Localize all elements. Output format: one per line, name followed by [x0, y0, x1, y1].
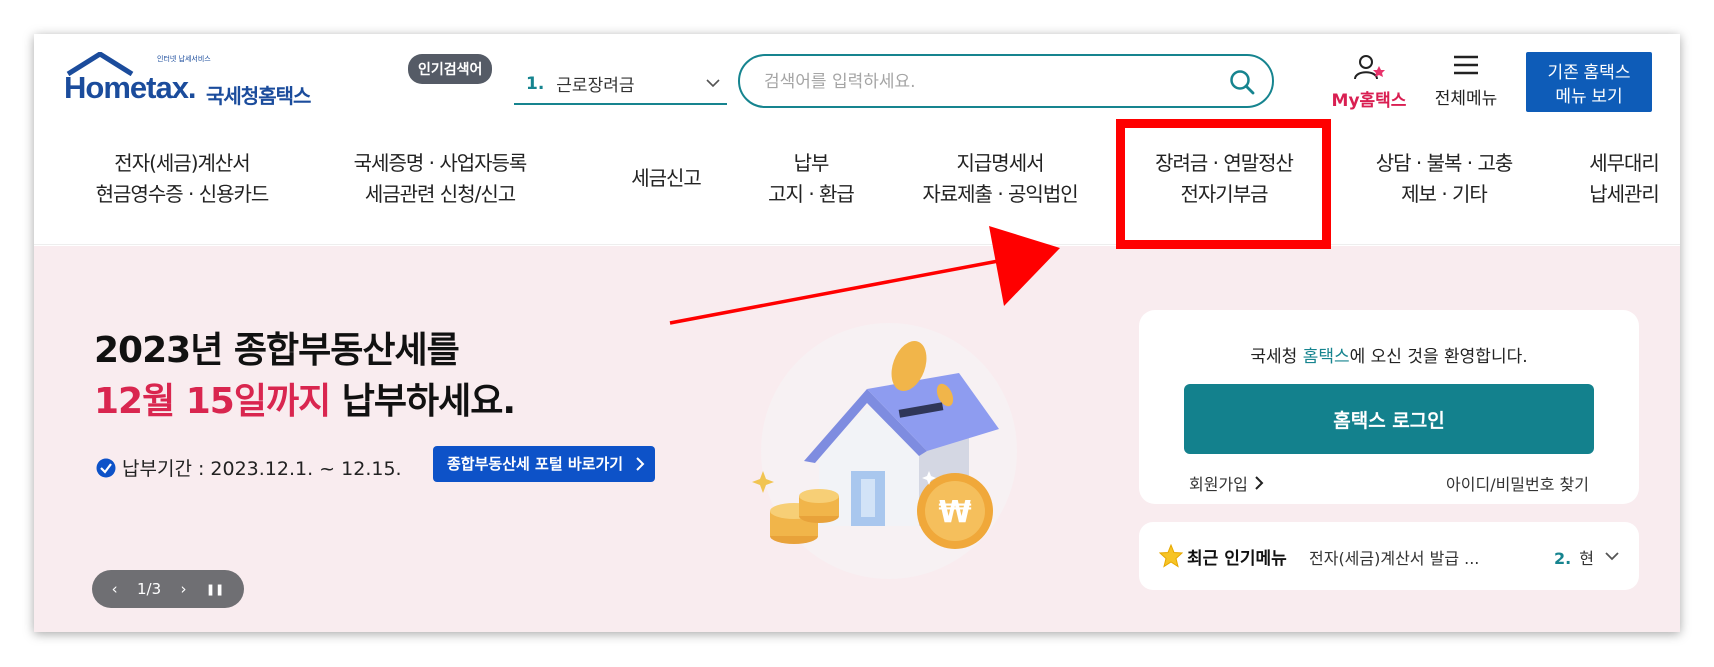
welcome-message: 국세청 홈택스에 오신 것을 환영합니다. — [1139, 342, 1639, 367]
banner-highlight: 12월 15일까지 — [94, 381, 331, 422]
chevron-down-icon[interactable] — [1604, 548, 1620, 564]
logo-tagline: 인터넷 납세서비스 — [157, 55, 211, 63]
nav-certificates[interactable]: 국세증명 · 사업자등록 세금관련 신청/신고 — [340, 148, 540, 210]
pager-next-button[interactable]: › — [181, 580, 187, 598]
banner-pager: ‹ 1/3 › ❚❚ — [92, 570, 244, 608]
hamburger-menu-icon — [1454, 55, 1478, 75]
nav-line: 상담 · 불복 · 고충 — [1375, 151, 1514, 175]
check-circle-icon — [96, 458, 116, 477]
property-tax-portal-button[interactable]: 종합부동산세 포털 바로가기 — [433, 446, 656, 482]
pager-pause-button[interactable]: ❚❚ — [206, 583, 224, 596]
nav-line: 전자(세금)계산서 — [114, 151, 250, 175]
banner-title: 2023년 종합부동산세를 — [94, 330, 460, 371]
popular-search-tag: 인기검색어 — [408, 54, 493, 84]
recent-menu-item-text: 현 — [1579, 549, 1594, 568]
nav-tax-agent[interactable]: 세무대리 납세관리 — [1574, 148, 1674, 210]
nav-line: 세금관련 신청/신고 — [364, 182, 516, 206]
nav-line: 지급명세서 — [956, 151, 1045, 175]
legacy-menu-line1: 기존 홈택스 — [1547, 63, 1631, 82]
login-panel: 국세청 홈택스에 오신 것을 환영합니다. 홈택스 로그인 회원가입 아이디/비… — [1139, 310, 1639, 504]
popular-rank: 1. — [526, 73, 545, 94]
search-box — [738, 54, 1274, 108]
recent-popular-menu: 최근 인기메뉴 전자(세금)계산서 발급 ... 2. 현 — [1139, 522, 1639, 590]
recent-menu-item[interactable]: 2. 현 — [1554, 545, 1599, 569]
banner-subtitle-rest: 납부하세요. — [330, 381, 516, 422]
recent-menu-title: 최근 인기메뉴 — [1187, 549, 1287, 569]
star-icon — [1159, 544, 1183, 568]
nav-line: 납부 — [793, 151, 830, 175]
user-star-icon — [1354, 55, 1385, 80]
nav-line: 납세관리 — [1589, 182, 1660, 206]
recent-menu-rank: 2. — [1554, 549, 1572, 568]
logo-subtext: 국세청홈택스 — [206, 84, 311, 108]
all-menu-label: 전체메뉴 — [1434, 89, 1498, 109]
search-input[interactable] — [764, 70, 1194, 94]
banner-subtitle: 12월 15일까지 납부하세요. — [94, 372, 516, 424]
nav-line: 세금신고 — [631, 166, 702, 190]
legacy-menu-line2: 메뉴 보기 — [1555, 87, 1623, 106]
main-banner: 2023년 종합부동산세를 12월 15일까지 납부하세요. 납부기간 : 20… — [34, 246, 1680, 632]
search-icon[interactable] — [1228, 68, 1256, 96]
popular-search-select[interactable]: 1. 근로장려금 — [514, 64, 727, 105]
my-hometax-label: My홈택스 — [1331, 91, 1407, 111]
nav-tax-return[interactable]: 세금신고 — [606, 163, 726, 194]
svg-text:₩: ₩ — [938, 495, 971, 530]
signup-link[interactable]: 회원가입 — [1189, 471, 1264, 495]
chevron-right-icon — [636, 457, 645, 471]
portal-button-label: 종합부동산세 포털 바로가기 — [447, 455, 624, 473]
nav-line: 자료제출 · 공익법인 — [922, 182, 1078, 206]
welcome-prefix: 국세청 — [1250, 347, 1303, 367]
payment-period: 납부기간 : 2023.12.1. ~ 12.15. — [96, 454, 402, 481]
welcome-suffix: 에 오신 것을 환영합니다. — [1349, 347, 1528, 367]
main-navigation: 전자(세금)계산서 현금영수증 · 신용카드 국세증명 · 사업자등록 세금관련… — [34, 134, 1680, 245]
house-coins-illustration: ₩ — [752, 323, 1017, 579]
find-id-password-link[interactable]: 아이디/비밀번호 찾기 — [1446, 471, 1589, 495]
nav-line: 세무대리 — [1589, 151, 1660, 175]
legacy-menu-button[interactable]: 기존 홈택스 메뉴 보기 — [1526, 52, 1652, 112]
nav-e-invoice[interactable]: 전자(세금)계산서 현금영수증 · 신용카드 — [82, 148, 282, 210]
nav-line: 국세증명 · 사업자등록 — [353, 151, 528, 175]
welcome-brand: 홈택스 — [1302, 347, 1350, 367]
browser-page: 인터넷 납세서비스 Hometax. 국세청홈택스 인기검색어 1. 근로장려금 — [34, 34, 1680, 632]
pager-prev-button[interactable]: ‹ — [112, 580, 118, 598]
nav-payment-statement[interactable]: 지급명세서 자료제출 · 공익법인 — [900, 148, 1100, 210]
all-menu-button[interactable]: 전체메뉴 — [1426, 54, 1506, 109]
recent-menu-item[interactable]: 전자(세금)계산서 발급 ... — [1309, 545, 1509, 569]
nav-line: 제보 · 기타 — [1401, 182, 1488, 206]
hometax-logo[interactable]: 인터넷 납세서비스 Hometax. 국세청홈택스 — [62, 50, 332, 112]
nav-consultation[interactable]: 상담 · 불복 · 고충 제보 · 기타 — [1354, 148, 1534, 210]
chevron-right-icon — [1255, 476, 1264, 490]
payment-period-text: 납부기간 : 2023.12.1. ~ 12.15. — [122, 458, 402, 480]
login-button[interactable]: 홈택스 로그인 — [1184, 384, 1594, 454]
pager-indicator: 1/3 — [137, 580, 162, 598]
nav-payment[interactable]: 납부 고지 · 환급 — [756, 148, 866, 210]
my-hometax-button[interactable]: My홈택스 — [1324, 54, 1414, 111]
annotation-highlight-box — [1116, 119, 1331, 249]
logo-text: Hometax. — [64, 70, 197, 105]
chevron-down-icon — [706, 79, 720, 88]
site-header: 인터넷 납세서비스 Hometax. 국세청홈택스 인기검색어 1. 근로장려금 — [34, 34, 1680, 245]
nav-line: 고지 · 환급 — [768, 182, 855, 206]
signup-label: 회원가입 — [1189, 475, 1248, 494]
nav-line: 현금영수증 · 신용카드 — [95, 182, 270, 206]
popular-keyword: 근로장려금 — [556, 76, 635, 96]
